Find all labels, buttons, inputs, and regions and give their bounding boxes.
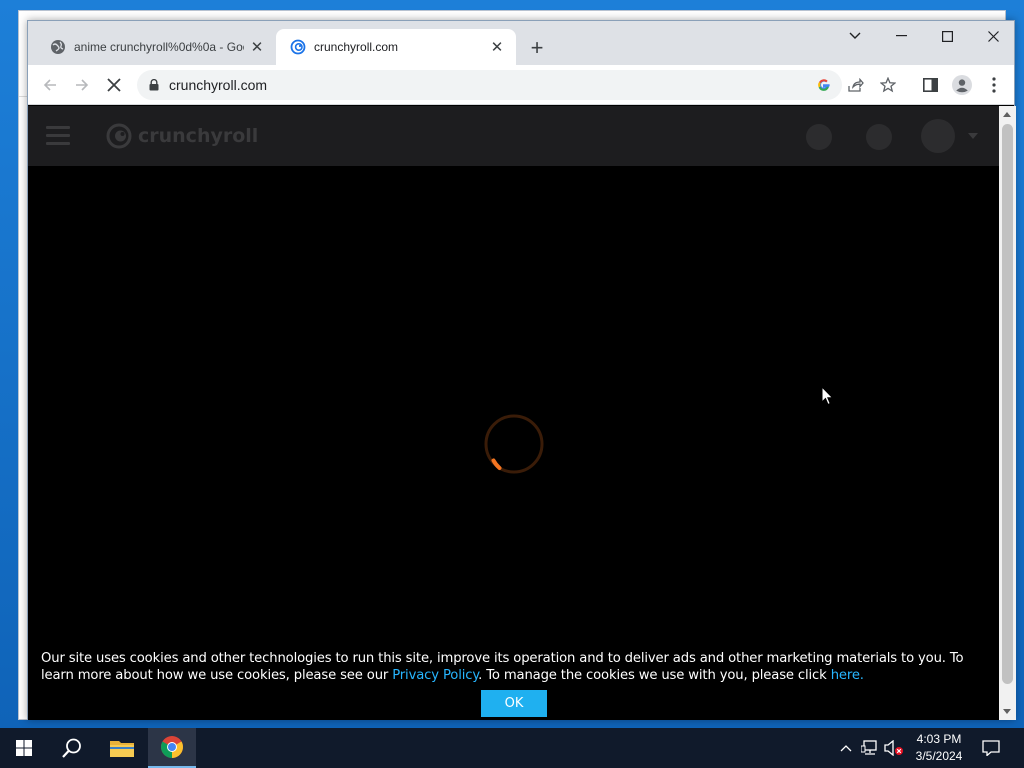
chrome-taskbar-button[interactable] (148, 728, 196, 768)
tab-strip: anime crunchyroll%0d%0a - Goo ✕ crunchyr… (28, 21, 1014, 65)
system-clock[interactable]: 4:03 PM 3/5/2024 (906, 731, 972, 765)
notification-icon (982, 740, 1000, 756)
account-icon (952, 75, 972, 95)
arrow-right-icon (76, 79, 89, 91)
kebab-menu-icon (992, 77, 996, 93)
page-viewport: crunchyroll Our site uses cookies and ot… (28, 106, 999, 720)
logo-wordmark: crunchyroll (138, 125, 259, 147)
maximize-button[interactable] (924, 21, 970, 51)
privacy-policy-link[interactable]: Privacy Policy (392, 668, 478, 683)
tab-search-button[interactable] (832, 21, 878, 51)
crunchyroll-icon (290, 39, 306, 55)
maximize-icon (941, 30, 953, 42)
new-tab-button[interactable]: + (524, 35, 550, 61)
chrome-window: anime crunchyroll%0d%0a - Goo ✕ crunchyr… (27, 20, 1016, 720)
scrollbar-thumb[interactable] (1002, 124, 1013, 684)
chevron-down-icon (849, 32, 861, 39)
tab-title: crunchyroll.com (314, 40, 399, 54)
bookmark-button[interactable] (873, 70, 903, 100)
close-window-button[interactable] (970, 21, 1016, 51)
file-explorer-button[interactable] (98, 728, 146, 768)
scroll-down-icon[interactable] (1003, 709, 1011, 714)
volume-button[interactable] (884, 738, 904, 758)
minimize-icon (895, 35, 907, 37)
tab-title: anime crunchyroll%0d%0a - Goo (74, 40, 244, 54)
network-icon (861, 740, 877, 755)
tab-google-search[interactable]: anime crunchyroll%0d%0a - Goo ✕ (36, 29, 276, 65)
lock-icon (149, 79, 159, 91)
crunchyroll-logo-icon (106, 123, 132, 149)
browser-toolbar: crunchyroll.com (28, 65, 1014, 105)
tab-close-icon[interactable]: ✕ (488, 38, 506, 56)
cookie-text-part: . To manage the cookies we use with you,… (478, 668, 831, 683)
share-button[interactable] (841, 70, 871, 100)
cookie-banner: Our site uses cookies and other technolo… (28, 646, 999, 720)
globe-icon (51, 40, 65, 54)
tab-crunchyroll[interactable]: crunchyroll.com ✕ (276, 29, 516, 65)
notification-center-button[interactable] (981, 738, 1001, 758)
crunchyroll-logo[interactable]: crunchyroll (106, 122, 258, 150)
tab-close-icon[interactable]: ✕ (248, 38, 266, 56)
stop-loading-button[interactable] (100, 71, 128, 99)
arrow-left-icon (43, 79, 56, 91)
side-panel-icon (922, 78, 938, 92)
scroll-up-icon[interactable] (1003, 112, 1011, 117)
site-header: crunchyroll (28, 106, 999, 166)
loading-spinner-icon (484, 414, 544, 474)
user-avatar[interactable] (921, 119, 955, 153)
back-button[interactable] (36, 71, 64, 99)
share-icon (848, 78, 864, 92)
page-scrollbar[interactable] (999, 106, 1016, 720)
stop-icon (107, 78, 121, 92)
show-hidden-icons-button[interactable] (836, 738, 856, 758)
network-button[interactable] (860, 738, 880, 758)
side-panel-button[interactable] (916, 71, 944, 99)
google-icon (818, 79, 830, 91)
watchlist-icon[interactable] (806, 124, 832, 150)
cookie-ok-button[interactable]: OK (481, 690, 547, 717)
clock-date: 3/5/2024 (915, 749, 963, 763)
google-lens-button[interactable] (809, 70, 839, 100)
search-icon (62, 738, 81, 758)
minimize-button[interactable] (878, 21, 924, 51)
start-button[interactable] (0, 728, 48, 768)
mouse-cursor-icon (821, 386, 834, 406)
close-icon (987, 30, 999, 42)
browser-menu-button[interactable] (980, 71, 1008, 99)
volume-muted-icon (884, 740, 903, 756)
url-text: crunchyroll.com (169, 77, 268, 93)
chevron-up-icon (840, 745, 852, 752)
forward-button[interactable] (68, 71, 96, 99)
profile-button[interactable] (948, 71, 976, 99)
chrome-icon (161, 736, 183, 758)
star-icon (880, 77, 896, 93)
cookie-notice-text: Our site uses cookies and other technolo… (41, 650, 991, 684)
taskbar: 4:03 PM 3/5/2024 (0, 728, 1024, 768)
manage-cookies-link[interactable]: here. (831, 668, 864, 683)
caret-down-icon[interactable] (968, 133, 978, 139)
windows-logo-icon (16, 740, 32, 756)
clock-time: 4:03 PM (916, 732, 962, 746)
folder-icon (110, 741, 134, 757)
search-icon[interactable] (866, 124, 892, 150)
menu-icon[interactable] (46, 126, 70, 146)
address-bar[interactable]: crunchyroll.com (137, 70, 896, 100)
taskbar-search-button[interactable] (48, 728, 96, 768)
